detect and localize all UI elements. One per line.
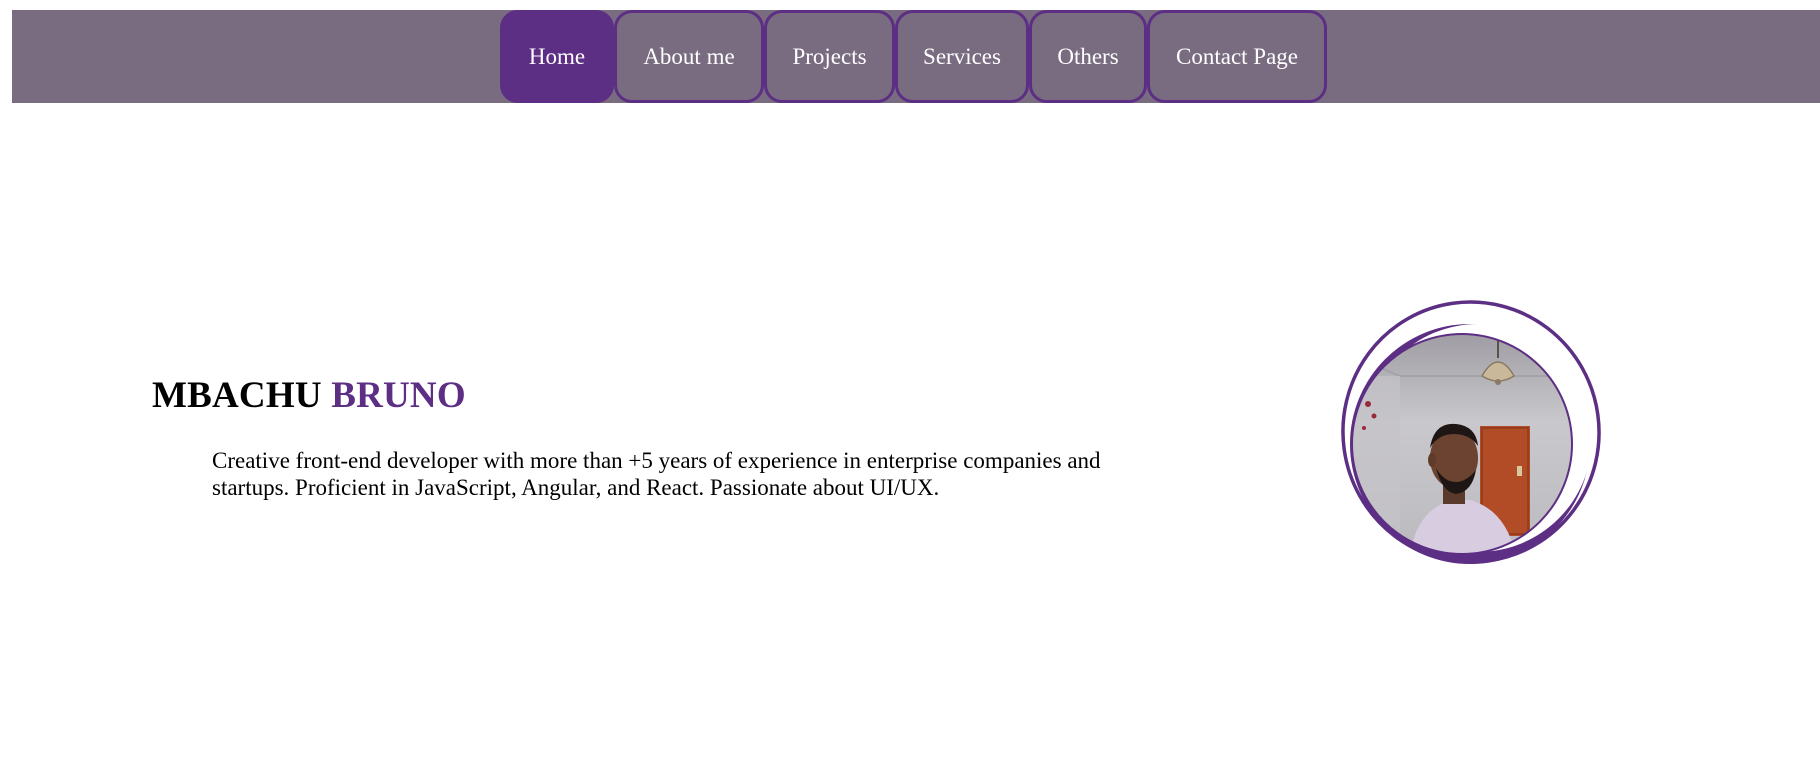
nav-item-projects[interactable]: Projects <box>764 10 895 103</box>
nav-item-contact-page[interactable]: Contact Page <box>1147 10 1327 103</box>
nav-item-label: Others <box>1057 43 1119 69</box>
hero-description: Creative front-end developer with more t… <box>212 448 1101 500</box>
nav-item-home[interactable]: Home <box>500 10 614 103</box>
nav-item-others[interactable]: Others <box>1029 10 1147 103</box>
hero-name: MBACHU BRUNO <box>152 374 466 417</box>
nav-item-label: About me <box>643 43 735 69</box>
nav-item-services[interactable]: Services <box>895 10 1029 103</box>
hero-first-name: MBACHU <box>152 375 322 416</box>
navbar: Home About me Projects Services Others C… <box>12 10 1820 103</box>
hero-last-name: BRUNO <box>331 375 466 416</box>
nav-menu: Home About me Projects Services Others C… <box>12 10 1820 103</box>
nav-item-label: Projects <box>792 43 867 69</box>
profile-avatar <box>1330 296 1610 576</box>
nav-item-label: Contact Page <box>1176 43 1298 69</box>
nav-item-label: Home <box>528 43 586 69</box>
nav-item-about-me[interactable]: About me <box>614 10 764 103</box>
profile-photo-illustration <box>1341 300 1601 564</box>
nav-item-label: Services <box>923 43 1001 69</box>
